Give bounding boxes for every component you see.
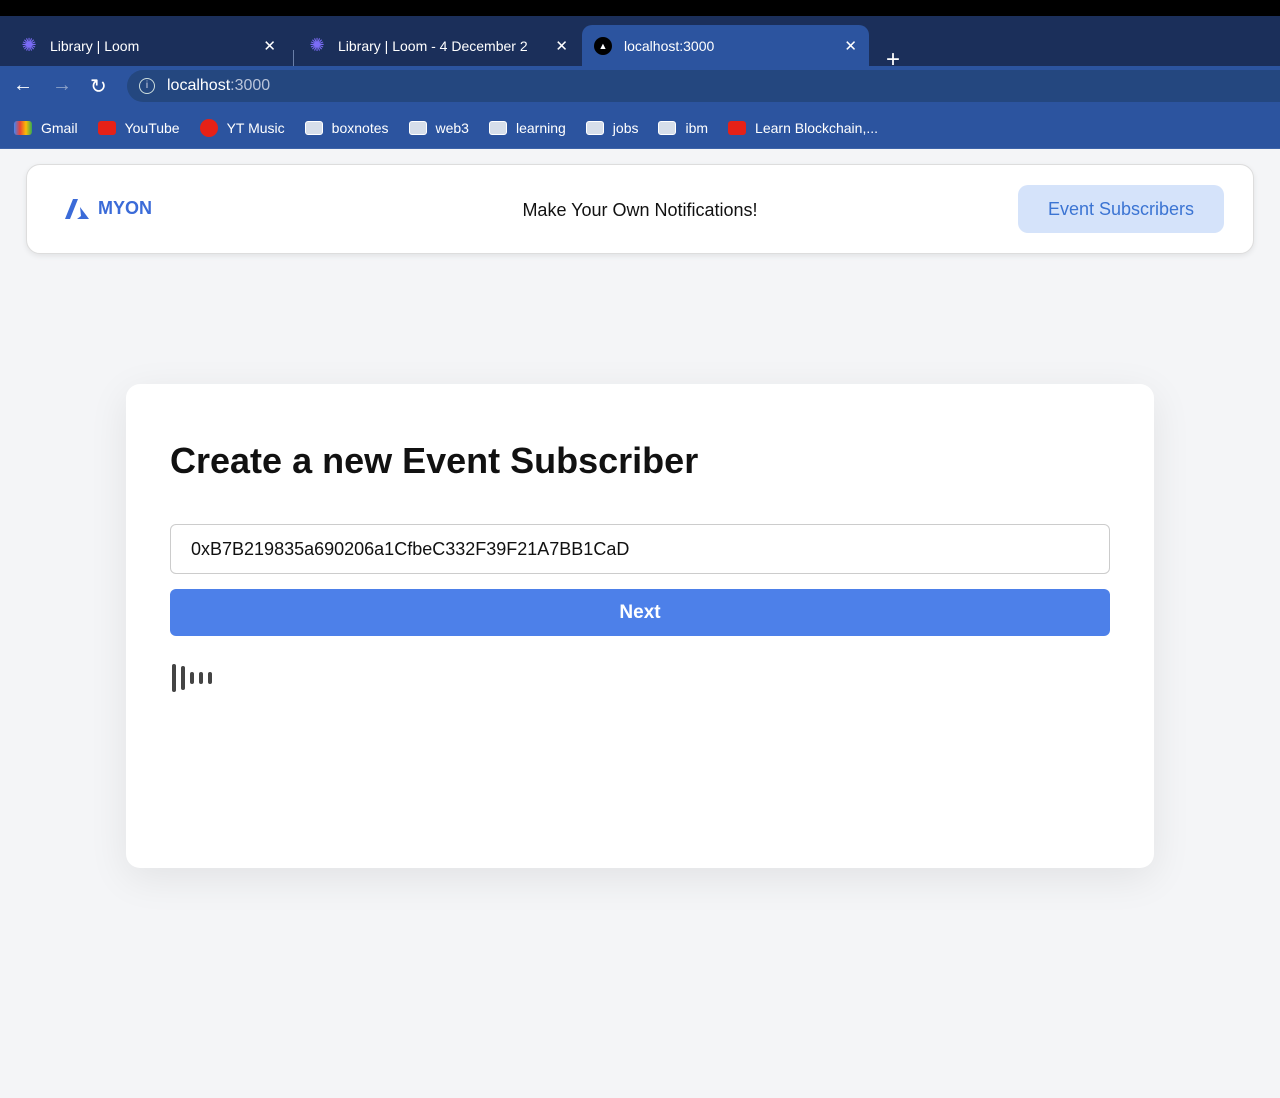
bookmark-learn-blockchain[interactable]: Learn Blockchain,... xyxy=(728,120,878,136)
bookmark-youtube[interactable]: YouTube xyxy=(97,120,180,136)
tab-strip: ✺ Library | Loom ✕ ✺ Library | Loom - 4 Dec… xyxy=(0,16,1280,73)
bookmark-gmail[interactable]: Gmail xyxy=(14,120,78,136)
url-port: :3000 xyxy=(230,77,271,94)
tab-loom-library[interactable]: ✺ Library | Loom ✕ xyxy=(8,25,288,66)
bookmark-label: ibm xyxy=(685,120,709,136)
info-icon[interactable]: i xyxy=(139,78,155,94)
gmail-icon xyxy=(14,121,32,135)
bookmark-label: YT Music xyxy=(226,120,285,136)
yt-music-icon xyxy=(199,119,218,137)
contract-address-input[interactable] xyxy=(170,524,1110,574)
youtube-icon xyxy=(97,121,116,135)
bookmark-web3[interactable]: web3 xyxy=(408,120,469,136)
nextjs-icon: ▲ xyxy=(594,36,612,55)
tab-title: Library | Loom - 4 December 2 xyxy=(338,37,528,54)
event-subscribers-button[interactable]: Event Subscribers xyxy=(1018,185,1224,233)
bookmark-yt-music[interactable]: YT Music xyxy=(199,119,285,137)
create-subscriber-card: Create a new Event Subscriber Next xyxy=(126,384,1154,868)
close-icon[interactable]: ✕ xyxy=(844,37,857,55)
bookmarks-bar: Gmail YouTube YT Music boxnotes web3 lea… xyxy=(0,108,1280,149)
bookmark-label: learning xyxy=(515,120,566,136)
folder-icon xyxy=(658,121,677,135)
loom-icon: ✺ xyxy=(309,35,325,55)
bookmark-boxnotes[interactable]: boxnotes xyxy=(304,120,389,136)
bookmark-jobs[interactable]: jobs xyxy=(585,120,639,136)
page-title: Create a new Event Subscriber xyxy=(170,440,699,481)
bookmark-ibm[interactable]: ibm xyxy=(658,120,708,136)
navigation-bar: ← → ↻ i localhost:3000 xyxy=(0,66,1280,108)
loom-icon: ✺ xyxy=(21,35,37,55)
bookmark-label: web3 xyxy=(435,120,469,136)
back-icon[interactable]: ← xyxy=(13,74,33,97)
bookmark-label: Learn Blockchain,... xyxy=(755,120,879,136)
folder-icon xyxy=(585,121,604,135)
folder-icon xyxy=(304,121,323,135)
loading-indicator xyxy=(172,664,212,692)
youtube-icon xyxy=(728,121,747,135)
folder-icon xyxy=(488,121,507,135)
bookmark-learning[interactable]: learning xyxy=(488,120,566,136)
tab-title: Library | Loom xyxy=(50,37,140,54)
tab-title: localhost:3000 xyxy=(624,37,715,54)
bookmark-label: YouTube xyxy=(124,120,180,136)
bookmark-label: Gmail xyxy=(41,120,78,136)
close-icon[interactable]: ✕ xyxy=(263,37,276,55)
app-header: MYON Make Your Own Notifications! Event … xyxy=(26,164,1254,254)
forward-icon[interactable]: → xyxy=(52,74,72,97)
screen-top xyxy=(0,0,1280,16)
address-bar[interactable]: i localhost:3000 xyxy=(127,70,1280,102)
close-icon[interactable]: ✕ xyxy=(555,37,568,55)
url-host: localhost xyxy=(167,77,231,94)
next-button[interactable]: Next xyxy=(170,589,1110,636)
folder-icon xyxy=(408,121,427,135)
bookmark-label: boxnotes xyxy=(331,120,389,136)
tab-loom-december[interactable]: ✺ Library | Loom - 4 December 2 ✕ xyxy=(296,25,580,66)
bookmark-label: jobs xyxy=(612,120,639,136)
reload-icon[interactable]: ↻ xyxy=(90,74,107,99)
tab-localhost[interactable]: ▲ localhost:3000 ✕ xyxy=(582,25,869,66)
